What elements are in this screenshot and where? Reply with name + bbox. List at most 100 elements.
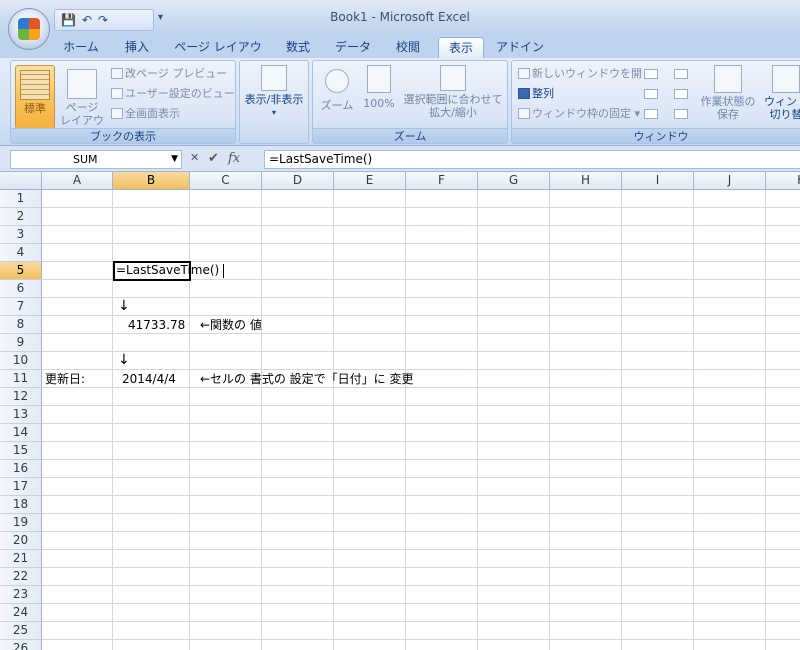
arrange-icon	[518, 88, 530, 99]
column-header-E[interactable]: E	[334, 172, 406, 190]
new-window-label: 新しいウィンドウを開く	[532, 67, 653, 80]
cell-B5[interactable]: =LastSaveTime()	[116, 262, 219, 279]
row-header-23[interactable]: 23	[0, 586, 42, 604]
column-header-C[interactable]: C	[190, 172, 262, 190]
insert-function-icon[interactable]: fx	[228, 151, 240, 166]
grid-hline	[42, 225, 800, 226]
name-box[interactable]: SUM ▼	[10, 150, 182, 169]
office-button[interactable]	[8, 8, 50, 50]
worksheet-grid[interactable]: ABCDEFGHIJK 1234567891011121314151617181…	[0, 172, 800, 650]
row-header-9[interactable]: 9	[0, 334, 42, 352]
split-icon[interactable]	[644, 69, 658, 79]
freeze-panes-label: ウィンドウ枠の固定	[532, 107, 631, 120]
cancel-icon[interactable]: ✕	[190, 151, 199, 164]
grid-vline	[477, 190, 478, 650]
grid-hline	[42, 621, 800, 622]
column-header-I[interactable]: I	[622, 172, 694, 190]
magnifier-icon	[325, 69, 349, 93]
zoom-button[interactable]: ズーム	[317, 65, 357, 112]
row-header-20[interactable]: 20	[0, 532, 42, 550]
row-header-22[interactable]: 22	[0, 568, 42, 586]
column-header-B[interactable]: B	[113, 172, 190, 190]
arrange-button[interactable]: 整列	[518, 85, 554, 103]
column-header-K[interactable]: K	[766, 172, 800, 190]
confirm-icon[interactable]: ✔	[208, 151, 219, 166]
cell-C8[interactable]: ←関数の 値	[200, 317, 262, 334]
cell-B8[interactable]: 41733.78	[128, 317, 185, 334]
group-window: 新しいウィンドウを開く 整列 ウィンドウ枠の固定 ▾ 作業状態の 保存 ウィンド…	[511, 60, 800, 144]
page-break-label: 改ページ プレビュー	[125, 67, 228, 80]
tab-view[interactable]: 表示	[438, 37, 484, 58]
cell-C11[interactable]: ←セルの 書式の 設定で「日付」に 変更	[200, 371, 414, 388]
tab-formulas[interactable]: 数式	[278, 37, 318, 58]
column-header-A[interactable]: A	[42, 172, 113, 190]
page-break-preview-button[interactable]: 改ページ プレビュー	[111, 65, 227, 83]
new-window-button[interactable]: 新しいウィンドウを開く	[518, 65, 653, 83]
row-header-4[interactable]: 4	[0, 244, 42, 262]
tab-review[interactable]: 校閲	[388, 37, 428, 58]
grid-hline	[42, 315, 800, 316]
zoom-100-button[interactable]: 100%	[361, 65, 397, 110]
row-header-17[interactable]: 17	[0, 478, 42, 496]
cell-B11[interactable]: 2014/4/4	[122, 371, 176, 388]
row-header-6[interactable]: 6	[0, 280, 42, 298]
show-hide-button[interactable]: 表示/非表示 ▾	[242, 65, 306, 119]
row-header-19[interactable]: 19	[0, 514, 42, 532]
column-header-F[interactable]: F	[406, 172, 478, 190]
cell-B10[interactable]: ↓	[118, 352, 130, 369]
row-header-3[interactable]: 3	[0, 226, 42, 244]
name-box-value: SUM	[73, 153, 98, 166]
grid-vline	[189, 190, 190, 650]
select-all-corner[interactable]	[0, 172, 42, 190]
reset-position-icon[interactable]	[674, 109, 688, 119]
grid-hline	[42, 567, 800, 568]
row-header-15[interactable]: 15	[0, 442, 42, 460]
tab-data[interactable]: データ	[330, 37, 376, 58]
zoom-to-selection-button[interactable]: 選択範囲に合わせて 拡大/縮小	[401, 65, 505, 119]
row-header-18[interactable]: 18	[0, 496, 42, 514]
column-header-H[interactable]: H	[550, 172, 622, 190]
save-workspace-button[interactable]: 作業状態の 保存	[698, 65, 758, 121]
row-header-10[interactable]: 10	[0, 352, 42, 370]
page-layout-view-button[interactable]: ページ レイアウト	[59, 65, 105, 140]
page-layout-label-1: ページ	[65, 101, 99, 114]
row-header-8[interactable]: 8	[0, 316, 42, 334]
freeze-panes-button[interactable]: ウィンドウ枠の固定 ▾	[518, 105, 640, 123]
side-by-side-icon[interactable]	[674, 69, 688, 79]
normal-view-button[interactable]: 標準	[15, 65, 55, 129]
row-header-5[interactable]: 5	[0, 262, 42, 280]
cell-A11[interactable]: 更新日:	[45, 371, 85, 388]
sync-scroll-icon[interactable]	[674, 89, 688, 99]
row-header-21[interactable]: 21	[0, 550, 42, 568]
grid-vline	[333, 190, 334, 650]
row-header-16[interactable]: 16	[0, 460, 42, 478]
grid-vline	[765, 190, 766, 650]
row-header-25[interactable]: 25	[0, 622, 42, 640]
custom-views-button[interactable]: ユーザー設定のビュー	[111, 85, 235, 103]
column-header-G[interactable]: G	[478, 172, 550, 190]
grid-hline	[42, 459, 800, 460]
row-header-26[interactable]: 26	[0, 640, 42, 650]
row-header-11[interactable]: 11	[0, 370, 42, 388]
name-box-dropdown-icon[interactable]: ▼	[171, 151, 178, 168]
column-header-D[interactable]: D	[262, 172, 334, 190]
cell-B7[interactable]: ↓	[118, 298, 130, 315]
row-header-14[interactable]: 14	[0, 424, 42, 442]
unhide-window-icon[interactable]	[644, 109, 658, 119]
row-header-2[interactable]: 2	[0, 208, 42, 226]
tab-insert[interactable]: 挿入	[116, 37, 158, 58]
row-header-12[interactable]: 12	[0, 388, 42, 406]
full-screen-button[interactable]: 全画面表示	[111, 105, 180, 123]
row-header-1[interactable]: 1	[0, 190, 42, 208]
tab-page-layout[interactable]: ページ レイアウト	[170, 37, 266, 74]
row-header-24[interactable]: 24	[0, 604, 42, 622]
switch-windows-button[interactable]: ウィンド 切り替	[762, 65, 800, 121]
formula-input[interactable]: =LastSaveTime()	[264, 150, 800, 169]
row-header-7[interactable]: 7	[0, 298, 42, 316]
save-workspace-icon	[714, 65, 742, 93]
hide-window-icon[interactable]	[644, 89, 658, 99]
tab-addins[interactable]: アドイン	[494, 37, 546, 58]
column-header-J[interactable]: J	[694, 172, 766, 190]
row-header-13[interactable]: 13	[0, 406, 42, 424]
tab-home[interactable]: ホーム	[58, 37, 104, 58]
